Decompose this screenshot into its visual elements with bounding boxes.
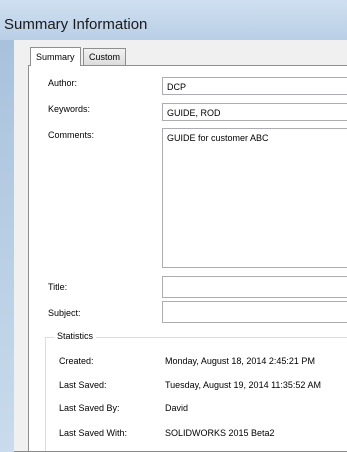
author-field[interactable]: DCP: [162, 77, 347, 95]
author-label: Author:: [48, 78, 78, 88]
created-value: Monday, August 18, 2014 2:45:21 PM: [165, 356, 315, 366]
subject-label: Subject:: [48, 308, 81, 318]
window-border: [0, 40, 14, 452]
title-bar[interactable]: Summary Information: [0, 0, 347, 40]
subject-field[interactable]: [162, 301, 347, 323]
window-title: Summary Information: [4, 16, 148, 33]
created-label: Created:: [59, 356, 94, 366]
last-saved-with-label: Last Saved With:: [59, 428, 128, 438]
tab-summary[interactable]: Summary: [30, 47, 81, 66]
keywords-label: Keywords:: [48, 104, 91, 114]
last-saved-by-label: Last Saved By:: [59, 403, 120, 413]
summary-information-dialog: Summary Custom Author: DCP Keywords: GUI…: [14, 40, 347, 452]
title-field[interactable]: [162, 276, 347, 298]
last-saved-label: Last Saved:: [59, 380, 107, 390]
tab-custom[interactable]: Custom: [83, 48, 127, 65]
comments-label: Comments:: [48, 130, 95, 140]
last-saved-by-value: David: [165, 403, 189, 413]
keywords-field[interactable]: GUIDE, ROD: [162, 103, 347, 121]
title-label: Title:: [48, 282, 68, 292]
last-saved-with-value: SOLIDWORKS 2015 Beta2: [165, 428, 275, 438]
comments-field[interactable]: GUIDE for customer ABC: [162, 128, 347, 268]
last-saved-value: Tuesday, August 19, 2014 11:35:52 AM: [165, 380, 321, 390]
statistics-title: Statistics: [54, 331, 97, 341]
